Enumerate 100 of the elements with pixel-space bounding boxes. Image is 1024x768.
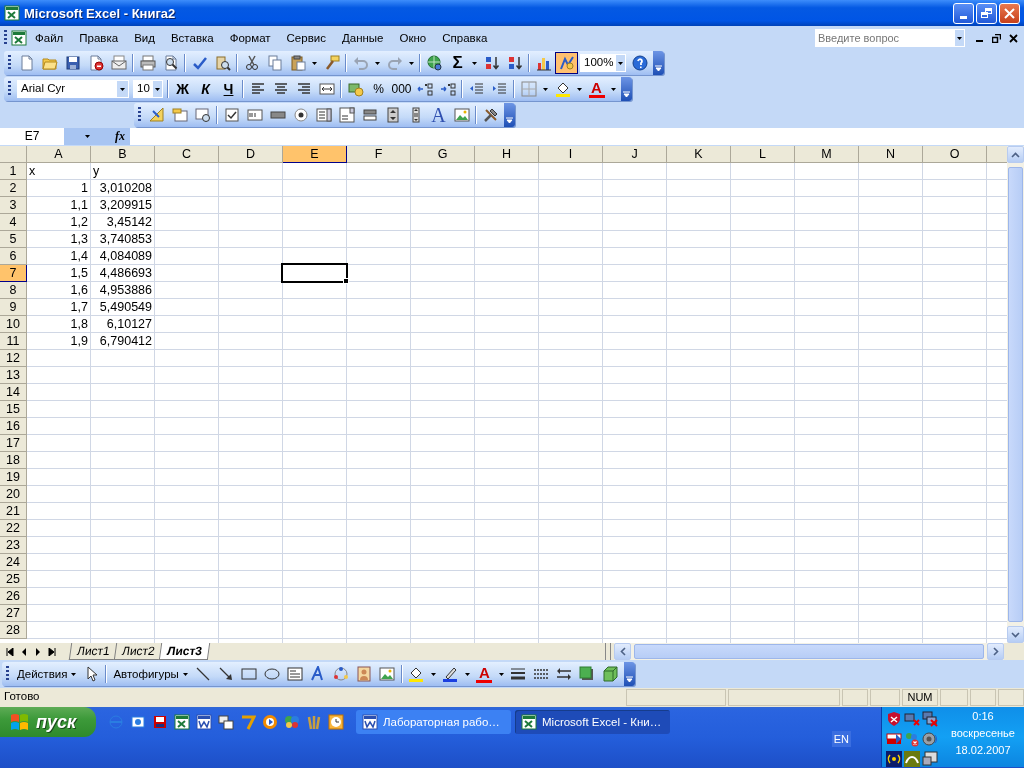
text-box-icon[interactable] (287, 666, 304, 682)
menu-item[interactable]: Справка (434, 29, 496, 47)
row-header[interactable]: 6 (0, 248, 27, 265)
row-header[interactable]: 7 (0, 265, 27, 282)
scroll-thumb[interactable] (1008, 167, 1023, 622)
dropdown-caret-icon[interactable] (409, 61, 414, 65)
cube-icon[interactable] (602, 666, 619, 682)
research-icon[interactable] (214, 55, 231, 71)
chevron-icon[interactable] (655, 65, 662, 72)
taskbar-button[interactable]: Microsoft Excel - Кни… (515, 710, 670, 734)
dash-style-icon[interactable] (533, 666, 550, 682)
dropdown-caret-icon[interactable] (543, 87, 548, 91)
dropdown-caret-icon[interactable] (498, 672, 504, 676)
email-icon[interactable] (110, 55, 127, 71)
sort-ascending-icon[interactable] (483, 55, 500, 71)
menu-item[interactable]: Данные (333, 29, 392, 47)
autosum-button[interactable]: Σ (446, 52, 469, 74)
first-sheet-icon[interactable] (6, 647, 14, 656)
minimize-button[interactable] (953, 2, 974, 24)
autoshapes-menu-button[interactable]: Автофигуры (109, 663, 192, 685)
chevron-icon[interactable] (623, 91, 630, 98)
toolbar-grip[interactable] (8, 81, 11, 97)
menu-item[interactable]: Правка (71, 29, 127, 47)
row-header[interactable]: 2 (0, 180, 27, 197)
flag-icon[interactable] (886, 731, 902, 747)
row-header[interactable]: 11 (0, 333, 27, 350)
row-header[interactable]: 17 (0, 435, 27, 452)
underline-button[interactable]: Ч (217, 78, 240, 100)
insert-function-button[interactable]: fx (110, 128, 130, 145)
row-header[interactable]: 24 (0, 554, 27, 571)
text-box-icon[interactable] (246, 107, 263, 123)
dropdown-caret-icon[interactable] (611, 87, 616, 91)
insert-picture-icon[interactable] (379, 666, 396, 682)
fill-color-icon[interactable] (554, 81, 571, 97)
view-code-icon[interactable] (194, 107, 211, 123)
menu-item[interactable]: Вид (126, 29, 163, 47)
row-header[interactable]: 23 (0, 537, 27, 554)
previous-sheet-icon[interactable] (20, 647, 28, 656)
caret-icon[interactable] (957, 36, 962, 40)
align-left-icon[interactable] (249, 81, 266, 97)
spellcheck-icon[interactable] (191, 55, 208, 71)
menu-item[interactable]: Вставка (162, 29, 222, 47)
caret-icon[interactable] (182, 672, 188, 676)
dropdown-caret-icon[interactable] (312, 61, 317, 65)
toolbar-grip[interactable] (6, 666, 9, 682)
align-center-icon[interactable] (272, 81, 289, 97)
row-header[interactable]: 13 (0, 367, 27, 384)
arrow-left-icon[interactable] (619, 647, 626, 656)
toolbar-options-button[interactable] (621, 77, 632, 101)
scroll-left-button[interactable] (614, 643, 631, 660)
image-icon[interactable] (453, 107, 470, 123)
taskbar-button[interactable]: Лабораторная рабо… (356, 710, 511, 734)
arrow-up-icon[interactable] (1011, 151, 1020, 158)
close-icon[interactable] (1009, 33, 1018, 43)
clip-art-icon[interactable] (356, 666, 373, 682)
tools-icon[interactable] (482, 107, 499, 123)
line-icon[interactable] (195, 666, 212, 682)
menu-item[interactable]: Сервис (278, 29, 334, 47)
zoom-field[interactable]: 100% (580, 54, 626, 72)
row-header[interactable]: 8 (0, 282, 27, 299)
permission-icon[interactable] (87, 55, 104, 71)
properties-icon[interactable] (171, 107, 188, 123)
restore-icon[interactable] (992, 33, 1001, 43)
row-header[interactable]: 20 (0, 486, 27, 503)
label-tool-button[interactable]: A (427, 104, 450, 126)
percent-button[interactable]: % (367, 78, 390, 100)
scroll-right-button[interactable] (987, 643, 1004, 660)
sheet-tab[interactable]: Лист3 (158, 643, 210, 660)
row-header[interactable]: 14 (0, 384, 27, 401)
toolbar-grip[interactable] (138, 107, 141, 123)
paste-icon[interactable] (289, 55, 306, 71)
row-header[interactable]: 27 (0, 605, 27, 622)
combo-box-icon[interactable] (338, 107, 355, 123)
clock-icon[interactable] (328, 714, 344, 730)
row-header[interactable]: 4 (0, 214, 27, 231)
scroll-down-button[interactable] (1007, 626, 1024, 643)
row-header[interactable]: 26 (0, 588, 27, 605)
dropdown-caret-icon[interactable] (375, 61, 380, 65)
rectangle-icon[interactable] (241, 666, 258, 682)
signal-icon[interactable] (886, 751, 902, 767)
caret-icon[interactable] (71, 672, 77, 676)
row-header[interactable]: 21 (0, 503, 27, 520)
font-size-field[interactable]: 10 (133, 80, 163, 98)
caret-icon[interactable] (618, 61, 624, 65)
sort-descending-icon[interactable] (506, 55, 523, 71)
toolbar-grip[interactable] (8, 55, 11, 71)
option-button-icon[interactable] (292, 107, 309, 123)
wireless-error-icon[interactable] (904, 711, 920, 727)
arrow-right-icon[interactable] (992, 647, 999, 656)
workbook-icon[interactable] (11, 30, 27, 46)
print-preview-icon[interactable] (162, 55, 179, 71)
decrease-decimal-icon[interactable] (439, 81, 456, 97)
row-header[interactable]: 5 (0, 231, 27, 248)
close-button[interactable] (999, 2, 1020, 24)
caret-icon[interactable] (84, 135, 90, 138)
media-player-icon[interactable] (262, 714, 278, 730)
font-field[interactable]: Arial Cyr (17, 80, 129, 98)
spreadsheet-icon[interactable] (174, 714, 190, 730)
column-header[interactable]: E (283, 146, 347, 163)
dropdown-caret-icon[interactable] (430, 672, 436, 676)
